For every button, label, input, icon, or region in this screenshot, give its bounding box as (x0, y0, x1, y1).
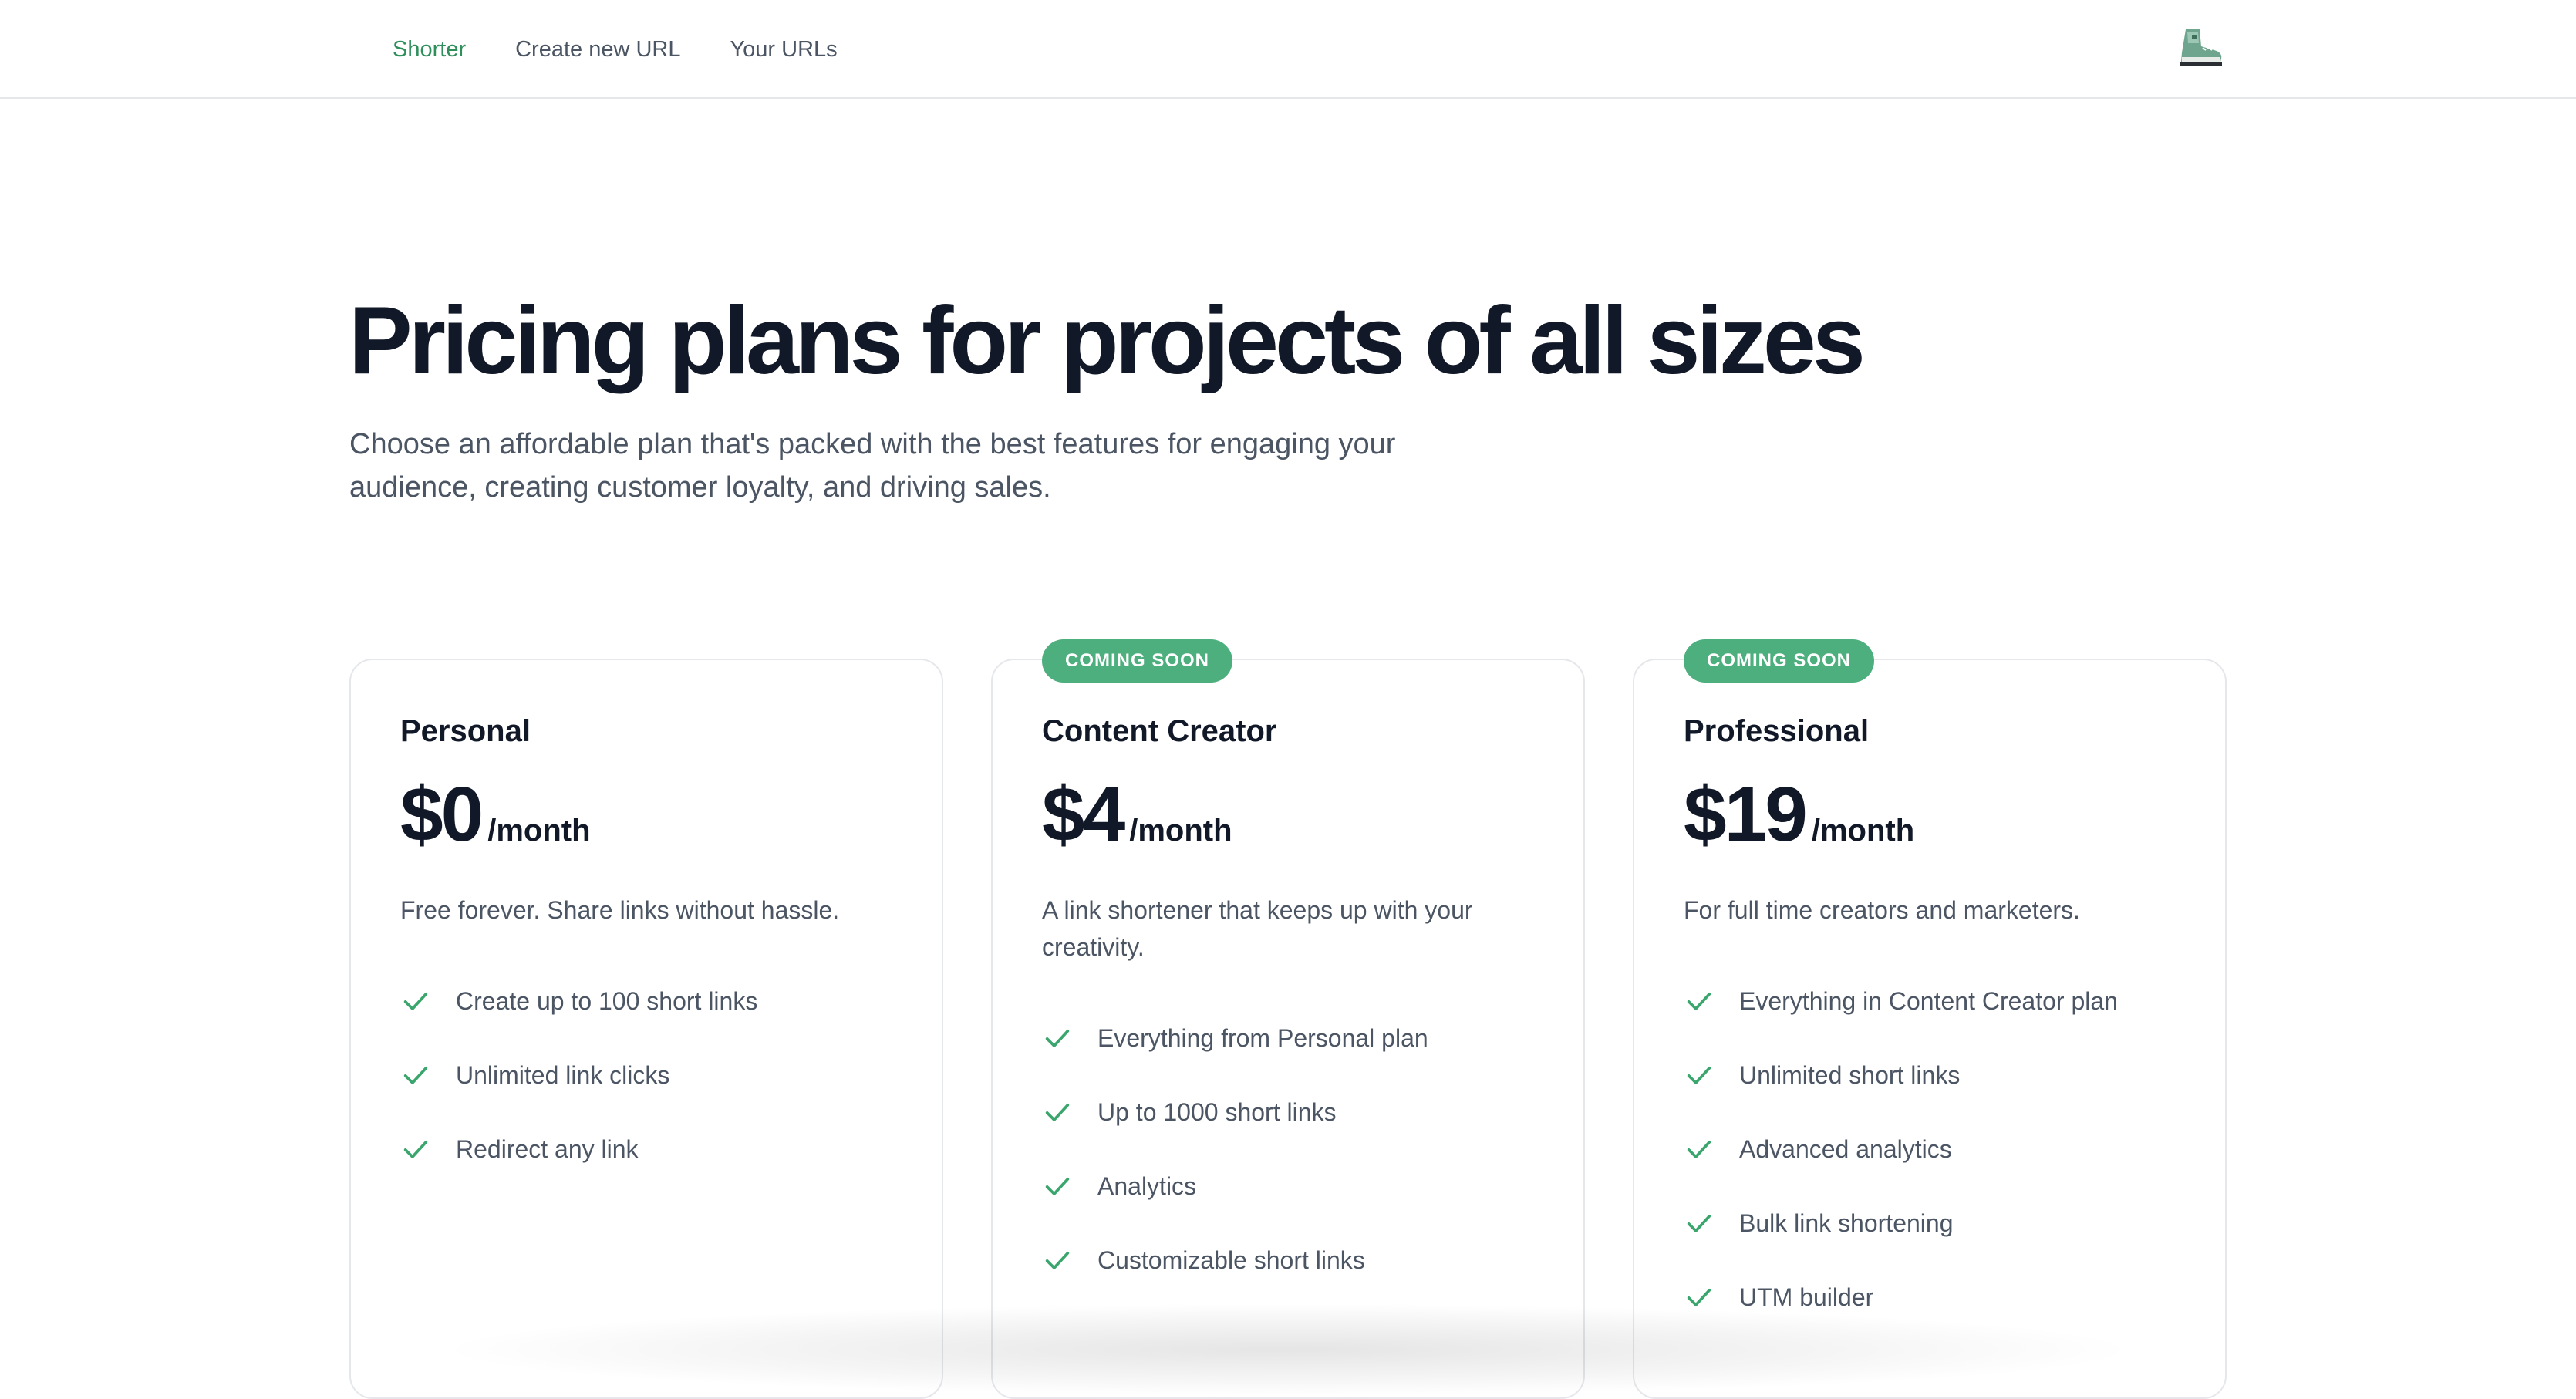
plan-name: Professional (1684, 714, 1870, 748)
plan-description: Free forever. Share links without hassle… (400, 896, 840, 924)
plan-name: Content Creator (1042, 714, 1277, 748)
feature-label: Customizable short links (1097, 1246, 1365, 1274)
check-icon (403, 993, 428, 1010)
feature-label: Create up to 100 short links (456, 986, 758, 1015)
feature-label: Everything from Personal plan (1097, 1023, 1428, 1052)
feature-item: Bulk link shortening (1684, 1186, 2118, 1260)
feature-item: Unlimited short links (1684, 1038, 2118, 1112)
plan-card-personal: Personal $0 /month Free forever. Share l… (349, 659, 943, 1399)
check-icon (1045, 1104, 1070, 1121)
plan-description: A link shortener that keeps up with your… (1042, 896, 1473, 961)
check-icon (1045, 1252, 1070, 1269)
check-icon (1045, 1178, 1070, 1195)
feature-item: Everything in Content Creator plan (1684, 964, 2118, 1038)
plan-period: /month (487, 814, 591, 848)
feature-item: UTM builder (1684, 1260, 2118, 1334)
check-icon (1687, 1067, 1711, 1084)
feature-label: Up to 1000 short links (1097, 1097, 1337, 1126)
feature-label: UTM builder (1739, 1283, 1874, 1311)
plan-card-content-creator: COMING SOON Content Creator $4 /month A … (991, 639, 1585, 1399)
check-icon (1045, 1030, 1070, 1047)
shoe-icon (2180, 29, 2222, 66)
feature-list: Create up to 100 short links Unlimited l… (400, 964, 757, 1186)
check-icon (403, 1141, 428, 1158)
top-navbar: Shorter Create new URL Your URLs (0, 0, 2576, 99)
feature-label: Everything in Content Creator plan (1739, 986, 2118, 1015)
feature-label: Advanced analytics (1739, 1134, 1952, 1163)
plan-period: /month (1129, 814, 1232, 848)
plan-name: Personal (400, 714, 531, 748)
user-avatar[interactable] (2176, 25, 2224, 72)
check-icon (1687, 993, 1711, 1010)
coming-soon-badge: COMING SOON (1684, 639, 1875, 683)
page-title: Pricing plans for projects of all sizes (349, 288, 1866, 394)
feature-label: Analytics (1097, 1171, 1197, 1200)
price-row: $4 /month (1042, 768, 1232, 861)
feature-item: Customizable short links (1042, 1223, 1428, 1297)
check-icon (403, 1067, 428, 1084)
coming-soon-badge: COMING SOON (1042, 639, 1233, 683)
feature-label: Bulk link shortening (1739, 1209, 1954, 1237)
check-icon (1687, 1289, 1711, 1306)
nav-link-your-urls[interactable]: Your URLs (730, 37, 837, 62)
feature-label: Redirect any link (456, 1134, 639, 1163)
feature-item: Create up to 100 short links (400, 964, 757, 1038)
plan-description: For full time creators and marketers. (1684, 896, 2080, 924)
feature-item: Up to 1000 short links (1042, 1075, 1428, 1149)
plan-price: $19 (1684, 771, 1808, 858)
price-row: $0 /month (400, 768, 591, 861)
nav-brand-shorter[interactable]: Shorter (393, 37, 466, 62)
feature-item: Advanced analytics (1684, 1112, 2118, 1186)
check-icon (1687, 1141, 1711, 1158)
check-icon (1687, 1215, 1711, 1232)
plan-period: /month (1811, 814, 1915, 848)
feature-label: Unlimited link clicks (456, 1060, 670, 1089)
feature-item: Redirect any link (400, 1112, 757, 1186)
page-subtitle: Choose an affordable plan that's packed … (349, 428, 1396, 504)
plan-price: $4 (1042, 771, 1125, 858)
feature-item: Analytics (1042, 1149, 1428, 1223)
price-row: $19 /month (1684, 768, 1914, 861)
nav-links: Shorter Create new URL Your URLs (393, 0, 838, 99)
plan-price: $0 (400, 771, 484, 858)
feature-list: Everything in Content Creator plan Unlim… (1684, 964, 2118, 1334)
nav-link-create-new-url[interactable]: Create new URL (515, 37, 680, 62)
feature-item: Everything from Personal plan (1042, 1001, 1428, 1075)
plan-card-professional: COMING SOON Professional $19 /month For … (1633, 639, 2227, 1399)
feature-item: Unlimited link clicks (400, 1038, 757, 1112)
feature-list: Everything from Personal plan Up to 1000… (1042, 1001, 1428, 1297)
feature-label: Unlimited short links (1739, 1060, 1961, 1089)
